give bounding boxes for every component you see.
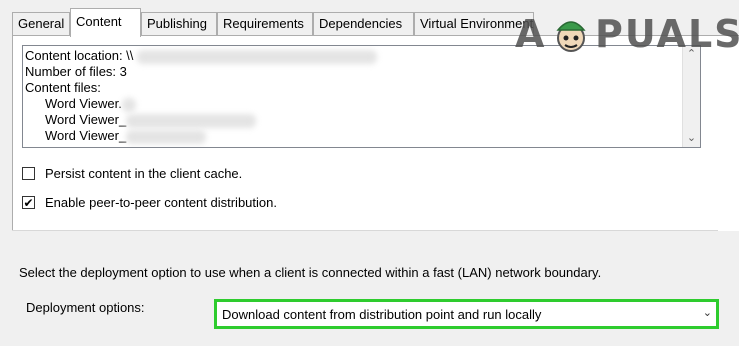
peer-to-peer-label: Enable peer-to-peer content distribution…	[45, 195, 277, 210]
deployment-description: Select the deployment option to use when…	[19, 265, 602, 280]
peer-to-peer-option[interactable]: ✔ Enable peer-to-peer content distributi…	[22, 195, 277, 210]
content-location-label: Content location: \\	[25, 48, 134, 63]
redacted-path	[137, 49, 378, 64]
content-files-listbox[interactable]: Content location: \\ Number of files: 3 …	[22, 45, 701, 148]
tab-content[interactable]: Content	[70, 8, 141, 37]
checkmark-icon: ✔	[23, 195, 34, 210]
listbox-vertical-scrollbar[interactable]: ⌃ ⌄	[682, 46, 700, 147]
content-file-item: Word Viewer_	[25, 128, 377, 144]
tab-general[interactable]: General	[12, 12, 70, 35]
watermark-text: PUALS	[595, 12, 739, 56]
redacted-file-suffix	[126, 129, 207, 144]
peer-to-peer-checkbox[interactable]: ✔	[22, 196, 35, 209]
content-files-heading: Content files:	[25, 80, 101, 95]
deployment-selected-value: Download content from distribution point…	[222, 307, 542, 322]
tab-requirements-label: Requirements	[223, 16, 304, 31]
tab-dependencies[interactable]: Dependencies	[313, 12, 414, 35]
persist-content-checkbox[interactable]	[22, 167, 35, 180]
content-file-item: Word Viewer_	[25, 112, 377, 128]
chevron-down-icon[interactable]: ⌄	[703, 306, 712, 319]
deployment-options-label: Deployment options:	[26, 300, 145, 315]
persist-content-label: Persist content in the client cache.	[45, 166, 243, 181]
persist-content-option[interactable]: Persist content in the client cache.	[22, 166, 242, 181]
deployment-options-select[interactable]: Download content from distribution point…	[214, 299, 719, 329]
content-file-item: Word Viewer.	[25, 96, 377, 112]
redacted-file-suffix	[126, 113, 257, 128]
watermark-letter: A	[515, 12, 547, 56]
tab-dependencies-label: Dependencies	[319, 16, 403, 31]
content-location-line: Content location: \\	[25, 48, 378, 64]
tab-content-label: Content	[76, 14, 122, 29]
scroll-down-icon[interactable]: ⌄	[683, 130, 700, 147]
tab-general-label: General	[18, 16, 65, 31]
tab-publishing[interactable]: Publishing	[141, 12, 217, 35]
tab-requirements[interactable]: Requirements	[217, 12, 313, 35]
appuals-watermark-logo: A PUALS	[515, 10, 739, 58]
mascot-icon	[556, 21, 586, 52]
redacted-file-suffix	[121, 97, 136, 112]
content-file-name: Word Viewer_	[45, 128, 127, 143]
number-of-files-line: Number of files: 3	[25, 64, 127, 79]
content-file-name: Word Viewer_	[45, 112, 127, 127]
content-file-name: Word Viewer.	[45, 96, 122, 111]
tab-publishing-label: Publishing	[147, 16, 207, 31]
